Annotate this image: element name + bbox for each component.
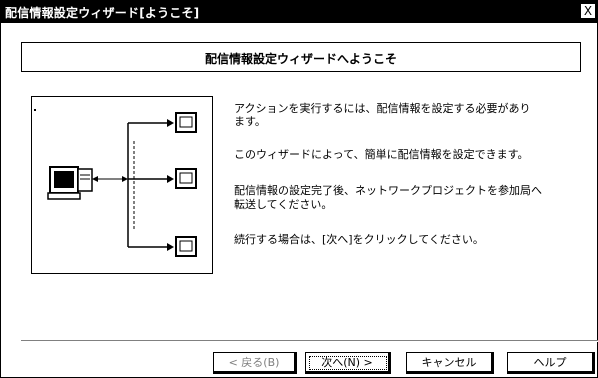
description-line: 続行する場合は、[次へ]をクリックしてください。: [234, 233, 484, 246]
divider: [21, 340, 598, 342]
computer-icon: [47, 166, 93, 200]
help-button[interactable]: ヘルプ: [507, 352, 595, 374]
cancel-button[interactable]: キャンセル: [406, 352, 494, 374]
description-line: 配信情報の設定完了後、ネットワークプロジェクトを参加局へ: [234, 184, 542, 197]
description-line: ます。: [234, 115, 266, 128]
close-icon: X: [583, 4, 593, 18]
welcome-header: 配信情報設定ウィザードへようこそ: [21, 42, 581, 72]
wizard-window: 配信情報設定ウィザード[ようこそ] X 配信情報設定ウィザードへようこそ アクシ…: [0, 0, 598, 378]
description-line: アクションを実行するには、配信情報を設定する必要があり: [234, 102, 531, 115]
network-illustration: [31, 96, 213, 274]
close-button[interactable]: X: [580, 3, 596, 19]
next-button[interactable]: 次へ(N) >: [305, 352, 391, 374]
terminal-icon: [175, 168, 197, 189]
page-title: 配信情報設定ウィザードへようこそ: [204, 52, 397, 66]
back-button[interactable]: < 戻る(B): [213, 352, 297, 374]
window-title: 配信情報設定ウィザード[ようこそ]: [5, 6, 200, 20]
description-line: 転送してください。: [234, 198, 333, 211]
description-line: このウィザードによって、簡単に配信情報を設定できます。: [234, 148, 529, 161]
title-bar: 配信情報設定ウィザード[ようこそ] X: [1, 1, 597, 23]
terminal-icon: [175, 236, 197, 257]
terminal-icon: [175, 112, 197, 133]
